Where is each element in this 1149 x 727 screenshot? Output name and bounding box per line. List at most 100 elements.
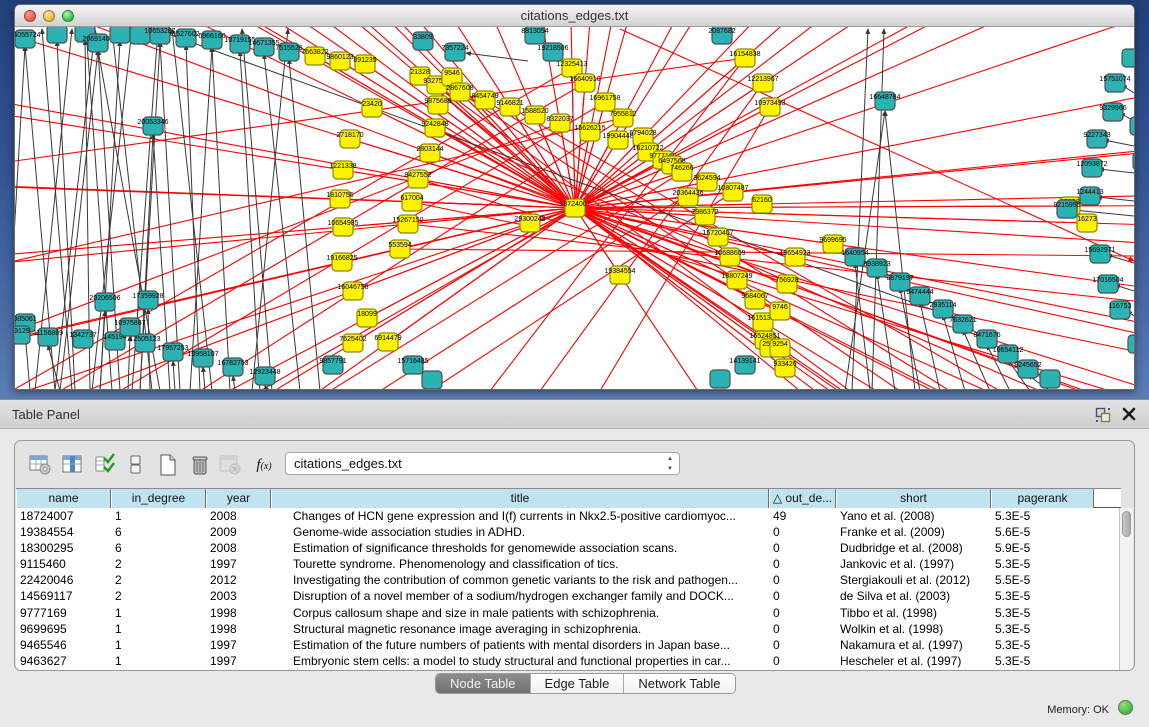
scrollbar-thumb[interactable] (1122, 511, 1131, 537)
tab-network-table[interactable]: Network Table (624, 674, 734, 693)
graph-node[interactable]: 8471676 (973, 330, 1000, 348)
close-panel-icon[interactable] (1121, 406, 1137, 422)
graph-node[interactable]: 9254 (770, 339, 790, 357)
function-builder-button[interactable]: f(x) (251, 452, 277, 478)
graph-node[interactable]: 9146821 (496, 98, 523, 116)
graph-node[interactable]: 15751074 (1099, 74, 1130, 92)
graph-node[interactable]: 2935114 (930, 300, 957, 318)
graph-node[interactable]: 7955812 (609, 109, 636, 127)
table-row[interactable]: 1456911722003Disruption of a novel membe… (16, 588, 1121, 604)
graph-node[interactable]: 756928 (775, 275, 798, 293)
network-window[interactable]: citations_edges.txt 18724007924284828031… (14, 4, 1135, 390)
graph-node[interactable]: 16154838 (729, 49, 760, 67)
tab-node-table[interactable]: Node Table (436, 674, 531, 693)
graph-node[interactable]: 9227343 (1083, 130, 1110, 148)
table-row[interactable]: 946362711997Embryonic stem cells: a mode… (16, 653, 1121, 669)
graph-node[interactable]: 33809 (413, 32, 433, 50)
graph-node[interactable]: 7625402 (339, 334, 366, 352)
graph-node[interactable]: 9245652 (1014, 360, 1041, 378)
graph-node[interactable]: 8813054 (521, 27, 548, 44)
memory-status-icon[interactable] (1118, 700, 1133, 715)
graph-node[interactable]: 9684067 (741, 291, 768, 309)
column-header-short[interactable]: short (836, 489, 991, 508)
graph-node[interactable]: 10654985 (327, 218, 358, 236)
graph-node[interactable]: 9875685 (424, 96, 451, 114)
graph-node[interactable]: 553594 (388, 240, 411, 258)
column-header-year[interactable]: year (206, 489, 271, 508)
graph-node[interactable] (1133, 152, 1134, 170)
graph-node[interactable]: 14055724 (15, 30, 41, 48)
graph-node[interactable]: 19218506 (537, 43, 568, 61)
new-table-button[interactable] (155, 452, 181, 478)
graph-node[interactable] (422, 371, 442, 389)
graph-node[interactable]: 2803144 (416, 144, 443, 162)
delete-column-disabled-button[interactable] (217, 452, 243, 478)
graph-node[interactable]: 746266 (670, 163, 693, 181)
graph-node[interactable]: 9242848 (421, 119, 448, 137)
graph-node[interactable]: 7632621 (949, 315, 976, 333)
table-settings-button[interactable] (27, 452, 53, 478)
graph-node[interactable]: 7515526 (275, 43, 302, 61)
graph-node[interactable]: 7663822 (301, 47, 328, 65)
graph-node[interactable]: 15692971 (1084, 245, 1115, 263)
graph-node[interactable]: 23420 (362, 99, 382, 117)
graph-node[interactable] (1122, 49, 1134, 67)
graph-node[interactable]: 9215955 (1053, 200, 1080, 218)
graph-node[interactable]: 62160 (752, 195, 772, 213)
graph-node[interactable]: 9329966 (1099, 103, 1126, 121)
graph-node[interactable] (1128, 335, 1134, 353)
column-header-name[interactable]: name (16, 489, 111, 508)
table-row[interactable]: 1938455462009Genome-wide association stu… (16, 524, 1121, 540)
table-row[interactable]: 911546021997Tourette syndrome. Phenomeno… (16, 556, 1121, 572)
graph-node[interactable]: 2718170 (336, 130, 363, 148)
graph-node[interactable]: 12505123 (129, 334, 160, 352)
graph-node[interactable] (47, 27, 67, 43)
graph-node[interactable]: 12093872 (1076, 159, 1107, 177)
graph-node[interactable]: 1527602 (172, 29, 199, 47)
graph-node[interactable]: 2087682 (708, 27, 735, 44)
graph-node[interactable]: 12213967 (747, 74, 778, 92)
column-header-title[interactable]: title (271, 489, 769, 508)
graph-node[interactable]: 8427552 (404, 170, 431, 188)
graph-node[interactable]: 20206506 (89, 293, 120, 311)
graph-node[interactable]: 933426 (773, 359, 796, 377)
graph-node[interactable]: 18099 (357, 309, 377, 327)
graph-node[interactable] (710, 370, 730, 388)
network-table-select[interactable]: citations_edges.txt ▲▼ (285, 452, 680, 475)
graph-node[interactable]: 1588520 (521, 106, 548, 124)
graph-node[interactable]: 7357224 (441, 43, 468, 61)
tab-edge-table[interactable]: Edge Table (531, 674, 625, 693)
float-panel-icon[interactable] (1095, 407, 1111, 423)
graph-node[interactable]: 1810755 (326, 190, 353, 208)
graph-node[interactable]: 19384554 (604, 266, 635, 284)
table-row[interactable]: 946554611997Estimation of the future num… (16, 637, 1121, 653)
graph-node[interactable]: 14139141 (729, 356, 760, 374)
graph-node[interactable]: 9746 (770, 302, 790, 320)
table-row[interactable]: 977716911998Corpus callosum shape and si… (16, 605, 1121, 621)
graph-node[interactable] (1130, 117, 1134, 135)
graph-node[interactable] (1040, 370, 1060, 388)
graph-node[interactable]: 617004 (400, 193, 423, 211)
column-header-out_de[interactable]: △ out_de... (769, 489, 836, 508)
node-table[interactable]: namein_degreeyeartitle△ out_de...shortpa… (16, 488, 1121, 671)
graph-node[interactable]: 16273 (1077, 214, 1097, 232)
table-row[interactable]: 1872400712008Changes of HCN gene express… (16, 508, 1121, 524)
graph-node[interactable]: 891235 (353, 55, 376, 73)
graph-node[interactable]: 6914479 (374, 333, 401, 351)
table-row[interactable]: 2242004622012Investigating the contribut… (16, 572, 1121, 588)
graph-node[interactable]: 19654923 (779, 248, 810, 266)
graph-node[interactable]: 16046756 (337, 282, 368, 300)
graph-node[interactable]: 1221338 (329, 161, 356, 179)
graph-node[interactable]: 8322037 (546, 114, 573, 132)
graph-node[interactable]: 9857791 (319, 356, 346, 374)
graph-node[interactable]: 16782753 (217, 358, 248, 376)
select-columns-button[interactable] (60, 452, 86, 478)
unselect-rows-button[interactable] (123, 452, 149, 478)
table-row[interactable]: 1830029562008Estimation of significance … (16, 540, 1121, 556)
network-canvas[interactable]: 1872400792428482803144842755261700415267… (15, 27, 1134, 389)
column-header-pagerank[interactable]: pagerank (991, 489, 1094, 508)
graph-node[interactable]: 116753 (1109, 301, 1132, 319)
table-row[interactable]: 969969511998Structural magnetic resonanc… (16, 621, 1121, 637)
graph-node[interactable]: 11156889 (33, 328, 63, 346)
graph-node[interactable]: 7986372 (691, 207, 718, 225)
